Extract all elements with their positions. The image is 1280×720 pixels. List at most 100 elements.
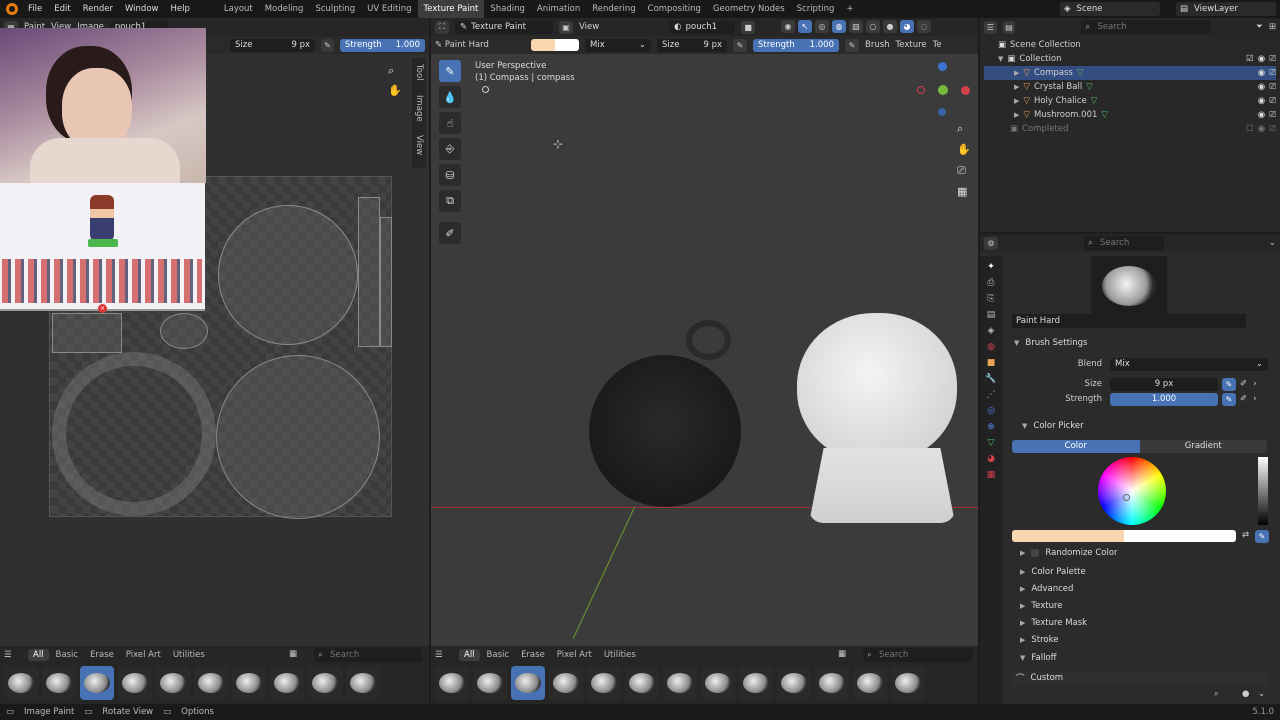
more-tool-settings-tab[interactable]: Te — [933, 40, 942, 50]
output-tab-icon[interactable]: ⎘ — [987, 294, 994, 304]
brush-tab-erase[interactable]: Erase — [516, 649, 550, 661]
side-tab-view[interactable]: View — [414, 135, 424, 155]
grid-view-icon[interactable]: ▦ — [289, 649, 297, 659]
brush-thumbnail[interactable] — [473, 666, 507, 700]
overlay-icon[interactable]: ◎ — [815, 20, 829, 33]
material-shading-icon[interactable]: ◕ — [900, 20, 914, 33]
object-tab-icon[interactable]: ■ — [987, 358, 996, 368]
material-tab-icon[interactable]: ◕ — [987, 454, 995, 464]
camera-icon[interactable]: ⎚ — [1269, 110, 1276, 120]
physics-tab-icon[interactable]: ◎ — [987, 406, 995, 416]
grid-projection-icon[interactable]: ▦ — [957, 185, 967, 198]
outliner-search[interactable]: ⌕ Search — [1081, 20, 1211, 34]
secondary-color-swatch[interactable] — [555, 39, 579, 51]
brush-name-label[interactable]: ✎ Paint Hard — [435, 40, 525, 50]
filter-icon[interactable]: ⏷ — [1256, 22, 1263, 32]
xray-icon[interactable]: ▧ — [849, 20, 863, 33]
brush-tab-pixel-art[interactable]: Pixel Art — [121, 649, 166, 661]
tab-compositing[interactable]: Compositing — [642, 0, 707, 18]
menu-file[interactable]: File — [22, 0, 48, 18]
blend-mode-dropdown[interactable]: Mix ⌄ — [585, 38, 651, 52]
eye-icon[interactable]: ◉ — [1258, 54, 1265, 64]
brush-thumbnail[interactable] — [308, 666, 342, 700]
soften-tool-icon[interactable]: 💧 — [439, 86, 461, 108]
texture-header[interactable]: ▶ Texture — [1020, 599, 1063, 613]
compass-body[interactable] — [589, 355, 741, 507]
brush-thumbnail[interactable] — [663, 666, 697, 700]
editor-type-icon[interactable]: ⚙ — [984, 236, 998, 250]
camera-icon[interactable]: ⎚ — [1269, 82, 1276, 92]
advanced-header[interactable]: ▶ Advanced — [1020, 582, 1073, 596]
image-size-field[interactable]: Size 9 px — [230, 38, 316, 52]
pressure-icon[interactable]: ✎ — [1222, 377, 1236, 391]
smear-tool-icon[interactable]: ☝ — [439, 112, 461, 134]
rendered-shading-icon[interactable]: ◌ — [917, 20, 931, 33]
tab-uv-editing[interactable]: UV Editing — [361, 0, 417, 18]
side-tab-tool[interactable]: Tool — [414, 64, 424, 81]
texture-menu[interactable]: Texture — [896, 40, 927, 50]
data-tab-icon[interactable]: ▽ — [988, 438, 995, 448]
brush-thumbnail[interactable] — [815, 666, 849, 700]
gizmo-icon[interactable]: ◍ — [832, 20, 846, 33]
shelf-menu-icon[interactable]: ☰ — [4, 650, 26, 660]
pan-hand-icon[interactable]: ✋ — [957, 143, 971, 156]
constraints-tab-icon[interactable]: ⊕ — [987, 422, 995, 432]
brush-thumbnail[interactable] — [156, 666, 190, 700]
outliner-item-crystal-ball[interactable]: ▶ ▽ Crystal Ball ▽ ◉ ⎚ — [984, 80, 1276, 94]
swap-colors-icon[interactable]: ⇄ — [1242, 530, 1249, 540]
brush-preview[interactable] — [1091, 256, 1167, 316]
dot-icon[interactable]: ● — [1242, 689, 1249, 699]
visibility-icon[interactable]: ◉ — [781, 20, 795, 33]
draw-tool-icon[interactable]: ✎ — [439, 60, 461, 82]
color-wheel[interactable] — [1098, 457, 1166, 525]
view-layer-tab-icon[interactable]: ▤ — [987, 310, 996, 320]
color-swatch-bar[interactable] — [1012, 530, 1236, 542]
camera-icon[interactable]: ⎚ — [957, 164, 966, 178]
tab-geometry-nodes[interactable]: Geometry Nodes — [707, 0, 791, 18]
size-pressure-icon[interactable]: ✎ — [321, 38, 334, 52]
checkbox-icon[interactable]: ☑ — [1246, 54, 1254, 64]
checkbox-icon[interactable] — [1031, 549, 1040, 557]
particles-tab-icon[interactable]: ⋰ — [987, 390, 996, 400]
tab-rendering[interactable]: Rendering — [586, 0, 641, 18]
brush-thumbnail[interactable] — [777, 666, 811, 700]
texture-tab-icon[interactable]: ▦ — [987, 470, 996, 480]
tab-scripting[interactable]: Scripting — [791, 0, 841, 18]
falloff-header[interactable]: ▼ Falloff — [1020, 651, 1057, 665]
brush-thumbnail[interactable] — [549, 666, 583, 700]
menu-window[interactable]: Window — [119, 0, 165, 18]
grid-view-icon[interactable]: ▦ — [838, 649, 846, 659]
brush-thumbnail[interactable] — [194, 666, 228, 700]
brush-tab-utilities[interactable]: Utilities — [599, 649, 641, 661]
eye-icon[interactable]: ◉ — [1258, 124, 1265, 134]
image-strength-field[interactable]: Strength 1.000 — [339, 38, 425, 52]
brush-thumbnail[interactable] — [435, 666, 469, 700]
randomize-color-row[interactable]: ▶ Randomize Color — [1020, 546, 1118, 560]
crystal-ball-sphere[interactable] — [797, 313, 957, 463]
brush-tab-erase[interactable]: Erase — [85, 649, 119, 661]
texture-mask-header[interactable]: ▶ Texture Mask — [1020, 616, 1087, 630]
fill-tool-icon[interactable]: ⛁ — [439, 164, 461, 186]
color-picker-header[interactable]: ▼ Color Picker — [1022, 419, 1084, 433]
render-tab-icon[interactable]: ⎙ — [987, 278, 994, 288]
chevron-right-icon[interactable]: ▶ — [1014, 97, 1019, 105]
gradient-tab[interactable]: Gradient — [1139, 440, 1267, 453]
compass-ring[interactable] — [686, 320, 731, 360]
falloff-preset-field[interactable]: ⌒ Custom — [1012, 671, 1268, 685]
brush-thumbnail[interactable] — [625, 666, 659, 700]
viewport-brush-search[interactable]: ⌕ Search — [863, 648, 973, 662]
brush-tab-all[interactable]: All — [459, 649, 480, 661]
brush-thumbnail[interactable] — [42, 666, 76, 700]
chevron-right-icon[interactable]: › — [1253, 379, 1256, 389]
brush-thumbnail[interactable] — [587, 666, 621, 700]
pen-icon[interactable]: ✐ — [1240, 394, 1247, 404]
viewport-strength-field[interactable]: Strength 1.000 — [753, 38, 839, 52]
tab-sculpting[interactable]: Sculpting — [309, 0, 361, 18]
brush-thumbnail-paint-hard[interactable] — [511, 666, 545, 700]
outliner-item-compass[interactable]: ▶ ▽ Compass ▽ ◉ ⎚ — [984, 66, 1276, 80]
image-options-icon[interactable]: ■ — [741, 20, 756, 34]
shelf-menu-icon[interactable]: ☰ — [435, 650, 457, 660]
crystal-ball-base[interactable] — [809, 448, 955, 523]
brush-thumbnail[interactable] — [270, 666, 304, 700]
viewport-view-menu[interactable]: View — [579, 22, 599, 32]
